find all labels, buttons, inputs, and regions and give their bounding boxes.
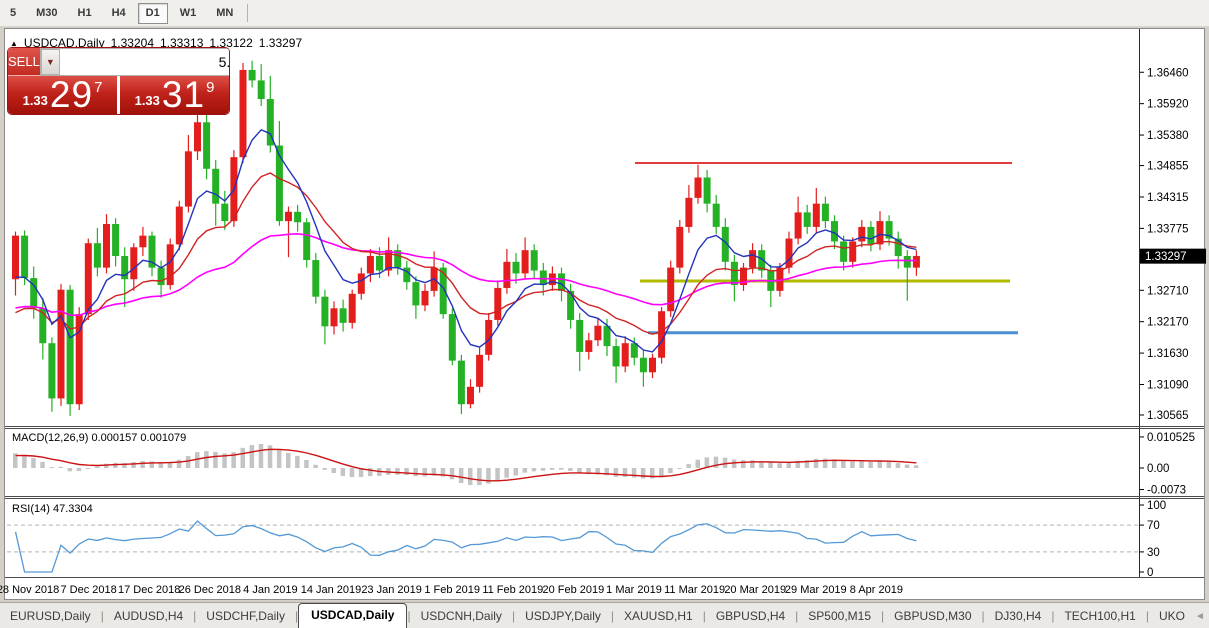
- chart-window: 1.364601.359201.353801.348551.343151.337…: [0, 27, 1209, 602]
- svg-text:1 Feb 2019: 1 Feb 2019: [424, 584, 480, 596]
- svg-text:1.32170: 1.32170: [1147, 317, 1189, 329]
- tab-xauusd[interactable]: XAUUSD,H1: [614, 606, 703, 628]
- tab-dj30[interactable]: DJ30,H4: [985, 606, 1052, 628]
- sell-price-button[interactable]: 1.33 29 7: [8, 76, 117, 114]
- tab-usdcnh[interactable]: USDCNH,Daily: [411, 606, 512, 628]
- svg-text:1.36460: 1.36460: [1147, 67, 1189, 79]
- tab-usdchf[interactable]: USDCHF,Daily: [196, 606, 295, 628]
- tab-sp500[interactable]: SP500,M15: [798, 606, 881, 628]
- buy-price-prefix: 1.33: [135, 93, 160, 108]
- svg-text:1.34315: 1.34315: [1147, 192, 1189, 204]
- tab-gbpusd[interactable]: GBPUSD,H4: [706, 606, 795, 628]
- svg-text:14 Jan 2019: 14 Jan 2019: [301, 584, 362, 596]
- svg-text:1.30565: 1.30565: [1147, 410, 1189, 422]
- svg-text:1.33775: 1.33775: [1147, 223, 1189, 235]
- svg-text:1.31630: 1.31630: [1147, 348, 1189, 360]
- tab-scroll-left-icon[interactable]: ◄: [1195, 611, 1205, 622]
- svg-text:7 Dec 2018: 7 Dec 2018: [60, 584, 116, 596]
- svg-text:1.31090: 1.31090: [1147, 379, 1189, 391]
- symbol-tabbar: EURUSD,Daily|AUDUSD,H4|USDCHF,Daily|USDC…: [0, 602, 1209, 628]
- svg-text:30: 30: [1147, 547, 1160, 559]
- macd-indicator-label: MACD(12,26,9) 0.000157 0.001079: [12, 432, 186, 444]
- svg-text:1.32710: 1.32710: [1147, 285, 1189, 297]
- svg-text:0.00: 0.00: [1147, 463, 1169, 475]
- timeframe-button-m30[interactable]: M30: [28, 3, 65, 24]
- buy-price-button[interactable]: 1.33 31 9: [120, 76, 229, 114]
- svg-text:1 Mar 2019: 1 Mar 2019: [606, 584, 662, 596]
- svg-text:1.33297: 1.33297: [1145, 251, 1187, 263]
- timeframe-toolbar: 5M30H1H4D1W1MN: [0, 0, 1209, 27]
- collapse-icon[interactable]: ▲: [10, 39, 18, 48]
- volume-spinner: ▼ ▲: [40, 48, 229, 76]
- timeframe-button-5[interactable]: 5: [2, 3, 24, 24]
- buy-price-point: 9: [206, 79, 214, 96]
- timeframe-button-h1[interactable]: H1: [70, 3, 100, 24]
- svg-text:0: 0: [1147, 567, 1153, 579]
- sell-price-pips: 29: [50, 74, 93, 114]
- one-click-trading-panel: SELL ▼ ▲ BUY 1.33 29 7 1.33 31 9: [8, 48, 229, 114]
- timeframe-button-mn[interactable]: MN: [208, 3, 241, 24]
- tab-tech100[interactable]: TECH100,H1: [1054, 606, 1145, 628]
- volume-input[interactable]: [60, 49, 229, 75]
- svg-text:29 Mar 2019: 29 Mar 2019: [785, 584, 847, 596]
- buy-price-pips: 31: [162, 74, 205, 114]
- sell-price-point: 7: [94, 79, 102, 96]
- svg-text:0.010525: 0.010525: [1147, 432, 1195, 444]
- svg-text:28 Nov 2018: 28 Nov 2018: [0, 584, 59, 596]
- svg-text:11 Mar 2019: 11 Mar 2019: [664, 584, 725, 596]
- toolbar-separator: [247, 4, 248, 22]
- svg-text:70: 70: [1147, 520, 1160, 532]
- svg-text:17 Dec 2018: 17 Dec 2018: [118, 584, 180, 596]
- timeframe-button-h4[interactable]: H4: [104, 3, 134, 24]
- volume-decrease-button[interactable]: ▼: [41, 49, 60, 75]
- svg-text:20 Mar 2019: 20 Mar 2019: [724, 584, 786, 596]
- svg-text:1.34855: 1.34855: [1147, 161, 1189, 173]
- svg-text:23 Jan 2019: 23 Jan 2019: [361, 584, 422, 596]
- svg-text:100: 100: [1147, 500, 1166, 512]
- svg-text:8 Apr 2019: 8 Apr 2019: [850, 584, 903, 596]
- tab-eurusd[interactable]: EURUSD,Daily: [0, 606, 101, 628]
- date-axis: 28 Nov 20187 Dec 201817 Dec 201826 Dec 2…: [0, 584, 903, 596]
- tab-audusd[interactable]: AUDUSD,H4: [104, 606, 193, 628]
- ohlc-close: 1.33297: [259, 36, 302, 50]
- tab-gbpusd[interactable]: GBPUSD,M30: [884, 606, 981, 628]
- tab-usdcad[interactable]: USDCAD,Daily: [298, 603, 407, 628]
- rsi-indicator-label: RSI(14) 47.3304: [12, 503, 93, 515]
- timeframe-button-w1[interactable]: W1: [172, 3, 205, 24]
- svg-text:26 Dec 2018: 26 Dec 2018: [179, 584, 241, 596]
- svg-text:-0.0073: -0.0073: [1147, 485, 1186, 497]
- svg-text:4 Jan 2019: 4 Jan 2019: [243, 584, 297, 596]
- sell-button[interactable]: SELL: [8, 48, 40, 76]
- svg-text:11 Feb 2019: 11 Feb 2019: [482, 584, 543, 596]
- tab-usdjpy[interactable]: USDJPY,Daily: [515, 606, 611, 628]
- tab-uko[interactable]: UKO: [1149, 606, 1195, 628]
- svg-text:1.35920: 1.35920: [1147, 99, 1189, 111]
- chart-window-frame: [5, 29, 1205, 600]
- sell-price-prefix: 1.33: [23, 93, 48, 108]
- timeframe-button-d1[interactable]: D1: [138, 3, 168, 24]
- svg-text:20 Feb 2019: 20 Feb 2019: [543, 584, 605, 596]
- svg-text:1.35380: 1.35380: [1147, 130, 1189, 142]
